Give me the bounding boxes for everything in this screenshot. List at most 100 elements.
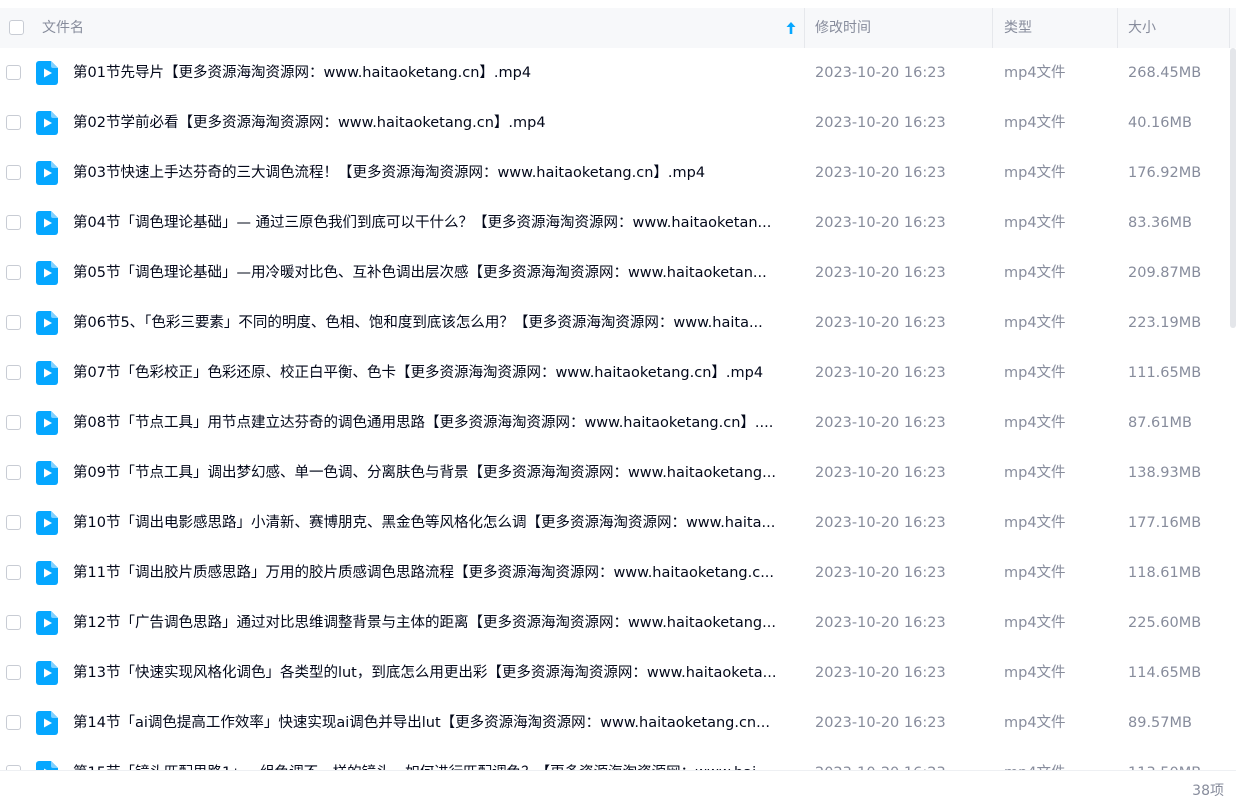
- file-type: mp4文件: [1004, 465, 1066, 481]
- table-row[interactable]: 第02节学前必看【更多资源海淘资源网：www.haitaoketang.cn】.…: [0, 98, 1236, 148]
- row-checkbox[interactable]: [6, 265, 21, 280]
- video-file-icon: [36, 661, 58, 685]
- video-file-icon: [36, 211, 58, 235]
- file-type: mp4文件: [1004, 748, 1066, 770]
- file-modified-time: 2023-10-20 16:23: [815, 65, 946, 81]
- file-name[interactable]: 第01节先导片【更多资源海淘资源网：www.haitaoketang.cn】.m…: [73, 48, 795, 98]
- file-list: 文件名 修改时间 类型 大小 第01节先导片【更多资源海淘资源网：www.hai…: [0, 0, 1236, 803]
- table-row[interactable]: 第11节「调出胶片质感思路」万用的胶片质感调色思路流程【更多资源海淘资源网：ww…: [0, 548, 1236, 598]
- file-type: mp4文件: [1004, 315, 1066, 331]
- file-modified-time: 2023-10-20 16:23: [815, 415, 946, 431]
- list-footer: 38项: [0, 770, 1236, 803]
- file-name[interactable]: 第15节「镜头匹配思路1」一组色调不一样的镜头，如何进行匹配调色？【更多资源海淘…: [73, 748, 795, 770]
- file-name[interactable]: 第11节「调出胶片质感思路」万用的胶片质感调色思路流程【更多资源海淘资源网：ww…: [73, 548, 795, 598]
- column-header-type[interactable]: 类型: [1004, 8, 1032, 48]
- file-name[interactable]: 第12节「广告调色思路」通过对比思维调整背景与主体的距离【更多资源海淘资源网：w…: [73, 598, 795, 648]
- file-name[interactable]: 第08节「节点工具」用节点建立达芬奇的调色通用思路【更多资源海淘资源网：www.…: [73, 398, 795, 448]
- file-size: 176.92MB: [1128, 165, 1202, 181]
- file-modified-time: 2023-10-20 16:23: [815, 365, 946, 381]
- video-file-icon: [36, 561, 58, 585]
- table-row[interactable]: 第05节「调色理论基础」—用冷暖对比色、互补色调出层次感【更多资源海淘资源网：w…: [0, 248, 1236, 298]
- row-checkbox[interactable]: [6, 65, 21, 80]
- table-row[interactable]: 第15节「镜头匹配思路1」一组色调不一样的镜头，如何进行匹配调色？【更多资源海淘…: [0, 748, 1236, 770]
- sort-ascending-icon[interactable]: [785, 21, 797, 35]
- file-type: mp4文件: [1004, 365, 1066, 381]
- table-row[interactable]: 第08节「节点工具」用节点建立达芬奇的调色通用思路【更多资源海淘资源网：www.…: [0, 398, 1236, 448]
- video-file-icon: [36, 711, 58, 735]
- file-size: 138.93MB: [1128, 465, 1202, 481]
- file-size: 223.19MB: [1128, 315, 1202, 331]
- row-checkbox[interactable]: [6, 515, 21, 530]
- file-name[interactable]: 第03节快速上手达芬奇的三大调色流程！【更多资源海淘资源网：www.haitao…: [73, 148, 795, 198]
- file-modified-time: 2023-10-20 16:23: [815, 615, 946, 631]
- file-name[interactable]: 第04节「调色理论基础」— 通过三原色我们到底可以干什么？【更多资源海淘资源网：…: [73, 198, 795, 248]
- video-file-icon: [36, 611, 58, 635]
- column-divider[interactable]: [1117, 8, 1118, 48]
- file-modified-time: 2023-10-20 16:23: [815, 715, 946, 731]
- table-row[interactable]: 第07节「色彩校正」色彩还原、校正白平衡、色卡【更多资源海淘资源网：www.ha…: [0, 348, 1236, 398]
- select-all-checkbox[interactable]: [9, 20, 24, 35]
- table-row[interactable]: 第01节先导片【更多资源海淘资源网：www.haitaoketang.cn】.m…: [0, 48, 1236, 98]
- row-checkbox[interactable]: [6, 115, 21, 130]
- table-row[interactable]: 第03节快速上手达芬奇的三大调色流程！【更多资源海淘资源网：www.haitao…: [0, 148, 1236, 198]
- file-type: mp4文件: [1004, 565, 1066, 581]
- file-modified-time: 2023-10-20 16:23: [815, 565, 946, 581]
- file-rows: 第01节先导片【更多资源海淘资源网：www.haitaoketang.cn】.m…: [0, 48, 1236, 770]
- file-type: mp4文件: [1004, 415, 1066, 431]
- row-checkbox[interactable]: [6, 465, 21, 480]
- video-file-icon: [36, 161, 58, 185]
- table-row[interactable]: 第10节「调出电影感思路」小清新、赛博朋克、黑金色等风格化怎么调【更多资源海淘资…: [0, 498, 1236, 548]
- file-type: mp4文件: [1004, 165, 1066, 181]
- video-file-icon: [36, 311, 58, 335]
- column-divider[interactable]: [804, 8, 805, 48]
- column-header-modified[interactable]: 修改时间: [815, 8, 871, 48]
- file-name[interactable]: 第09节「节点工具」调出梦幻感、单一色调、分离肤色与背景【更多资源海淘资源网：w…: [73, 448, 795, 498]
- column-divider[interactable]: [1229, 8, 1230, 48]
- table-row[interactable]: 第13节「快速实现风格化调色」各类型的lut，到底怎么用更出彩【更多资源海淘资源…: [0, 648, 1236, 698]
- file-name[interactable]: 第02节学前必看【更多资源海淘资源网：www.haitaoketang.cn】.…: [73, 98, 795, 148]
- row-checkbox[interactable]: [6, 365, 21, 380]
- vertical-scrollbar[interactable]: [1230, 48, 1236, 328]
- file-type: mp4文件: [1004, 665, 1066, 681]
- file-size: 83.36MB: [1128, 215, 1192, 231]
- file-modified-time: 2023-10-20 16:23: [815, 265, 946, 281]
- video-file-icon: [36, 511, 58, 535]
- file-modified-time: 2023-10-20 16:23: [815, 665, 946, 681]
- table-row[interactable]: 第06节5、「色彩三要素」不同的明度、色相、饱和度到底该怎么用？【更多资源海淘资…: [0, 298, 1236, 348]
- item-count: 38项: [1192, 783, 1224, 799]
- file-modified-time: 2023-10-20 16:23: [815, 748, 946, 770]
- table-row[interactable]: 第12节「广告调色思路」通过对比思维调整背景与主体的距离【更多资源海淘资源网：w…: [0, 598, 1236, 648]
- row-checkbox[interactable]: [6, 165, 21, 180]
- file-type: mp4文件: [1004, 615, 1066, 631]
- row-checkbox[interactable]: [6, 215, 21, 230]
- file-type: mp4文件: [1004, 65, 1066, 81]
- file-modified-time: 2023-10-20 16:23: [815, 465, 946, 481]
- column-header-name[interactable]: 文件名: [42, 8, 84, 48]
- file-size: 209.87MB: [1128, 265, 1202, 281]
- file-name[interactable]: 第10节「调出电影感思路」小清新、赛博朋克、黑金色等风格化怎么调【更多资源海淘资…: [73, 498, 795, 548]
- row-checkbox[interactable]: [6, 315, 21, 330]
- file-size: 113.50MB: [1128, 748, 1201, 770]
- table-row[interactable]: 第14节「ai调色提高工作效率」快速实现ai调色并导出lut【更多资源海淘资源网…: [0, 698, 1236, 748]
- table-row[interactable]: 第04节「调色理论基础」— 通过三原色我们到底可以干什么？【更多资源海淘资源网：…: [0, 198, 1236, 248]
- column-header-size[interactable]: 大小: [1128, 8, 1156, 48]
- video-file-icon: [36, 261, 58, 285]
- file-name[interactable]: 第05节「调色理论基础」—用冷暖对比色、互补色调出层次感【更多资源海淘资源网：w…: [73, 248, 795, 298]
- row-checkbox[interactable]: [6, 665, 21, 680]
- table-row[interactable]: 第09节「节点工具」调出梦幻感、单一色调、分离肤色与背景【更多资源海淘资源网：w…: [0, 448, 1236, 498]
- list-header: 文件名 修改时间 类型 大小: [0, 8, 1236, 48]
- file-name[interactable]: 第07节「色彩校正」色彩还原、校正白平衡、色卡【更多资源海淘资源网：www.ha…: [73, 348, 795, 398]
- file-name[interactable]: 第13节「快速实现风格化调色」各类型的lut，到底怎么用更出彩【更多资源海淘资源…: [73, 648, 795, 698]
- row-checkbox[interactable]: [6, 715, 21, 730]
- file-name[interactable]: 第14节「ai调色提高工作效率」快速实现ai调色并导出lut【更多资源海淘资源网…: [73, 698, 795, 748]
- column-divider[interactable]: [992, 8, 993, 48]
- file-size: 40.16MB: [1128, 115, 1192, 131]
- row-checkbox[interactable]: [6, 615, 21, 630]
- file-type: mp4文件: [1004, 715, 1066, 731]
- video-file-icon: [36, 361, 58, 385]
- file-type: mp4文件: [1004, 515, 1066, 531]
- video-file-icon: [36, 111, 58, 135]
- row-checkbox[interactable]: [6, 415, 21, 430]
- file-name[interactable]: 第06节5、「色彩三要素」不同的明度、色相、饱和度到底该怎么用？【更多资源海淘资…: [73, 298, 795, 348]
- row-checkbox[interactable]: [6, 565, 21, 580]
